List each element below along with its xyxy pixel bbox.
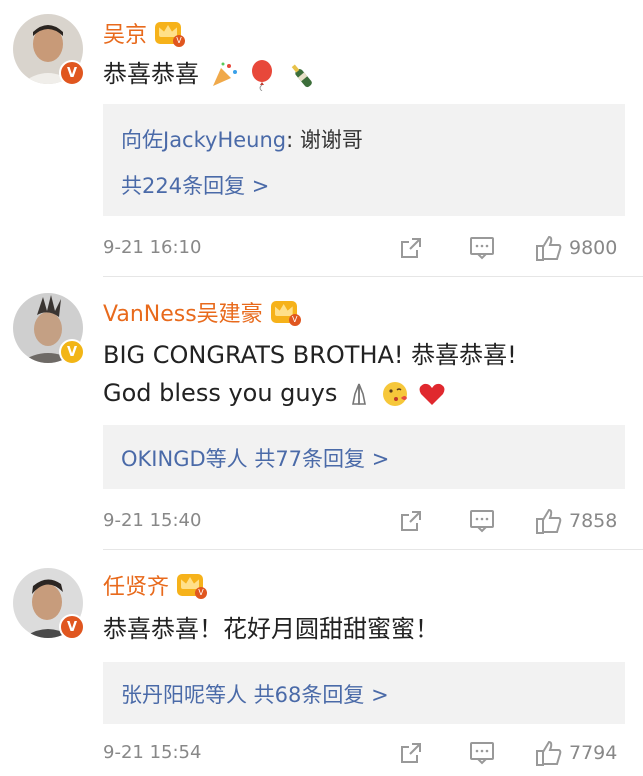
comment-button[interactable] [469,506,495,536]
comment-icon [470,510,494,533]
comment-body-text: God bless you guys [103,379,338,407]
share-button[interactable] [399,506,423,536]
timestamp: 9-21 15:54 [103,742,202,763]
champagne-icon [291,64,312,88]
comment-text: 恭喜恭喜！花好月圆甜甜蜜蜜！ [103,610,623,648]
username[interactable]: VanNess吴建豪 [103,296,263,328]
view-replies-link[interactable]: 共224条回复 > [121,170,269,200]
avatar[interactable]: V [13,14,85,86]
share-button[interactable] [399,738,423,768]
share-icon [401,238,421,258]
thumbs-up-icon [536,508,562,534]
comment-body: BIG CONGRATS BROTHA! 恭喜恭喜! [103,341,517,369]
comment-body-line2: God bless you guys [103,374,623,412]
share-button[interactable] [399,233,423,263]
divider [103,276,643,277]
like-count: 7858 [569,510,618,532]
comment-header: VanNess吴建豪 V [103,296,301,328]
comment-button[interactable] [469,738,495,768]
pray-hands-icon [351,383,366,405]
reply-content: : 谢谢哥 [286,128,363,152]
like-button[interactable]: 9800 [535,233,617,263]
comment-text: BIG CONGRATS BROTHA! 恭喜恭喜! God bless you… [103,336,623,412]
share-icon [401,511,421,531]
comment-button[interactable] [469,233,495,263]
username[interactable]: 任贤齐 [103,569,169,601]
like-count: 7794 [569,742,618,764]
thumbs-up-icon [536,740,562,766]
like-count: 9800 [569,237,618,259]
vip-crown-icon: V [177,574,208,599]
verified-badge-icon: V [59,60,85,86]
party-popper-icon [212,62,237,86]
view-replies-link[interactable]: OKINGD等人 共77条回复 > [121,443,389,473]
comment-header: 吴京 V [103,17,186,49]
comment-body: 恭喜恭喜！花好月圆甜甜蜜蜜！ [103,615,439,643]
divider [103,549,643,550]
verified-badge-icon: V [59,614,85,640]
timestamp: 9-21 16:10 [103,237,202,258]
verified-badge-icon: V [59,339,85,365]
vip-crown-icon: V [270,301,301,326]
reply-preview-box[interactable]: 张丹阳呢等人 共68条回复 > [103,662,625,724]
avatar[interactable]: V [13,568,85,640]
reply-preview: 向佐JackyHeung: 谢谢哥 [121,124,363,154]
comment-meta: 9-21 16:10 9800 [103,233,625,263]
red-heart-icon [419,383,445,405]
reply-author[interactable]: 向佐JackyHeung [121,128,286,152]
comment-text: 恭喜恭喜 [103,55,623,93]
comment-header: 任贤齐 V [103,569,208,601]
reply-preview-box[interactable]: OKINGD等人 共77条回复 > [103,425,625,489]
avatar[interactable]: V [13,293,85,365]
like-button[interactable]: 7794 [535,738,617,768]
view-replies-link[interactable]: 张丹阳呢等人 共68条回复 > [121,679,389,709]
username[interactable]: 吴京 [103,17,147,49]
comment-icon [470,742,494,765]
comment-body: 恭喜恭喜 [103,60,199,88]
reply-preview-box[interactable]: 向佐JackyHeung: 谢谢哥 共224条回复 > [103,104,625,216]
like-button[interactable]: 7858 [535,506,617,536]
kissing-face-icon [382,382,407,406]
timestamp: 9-21 15:40 [103,510,202,531]
thumbs-up-icon [536,235,562,261]
share-icon [401,743,421,763]
comment-meta: 9-21 15:40 7858 [103,506,625,536]
vip-crown-icon: V [155,22,186,47]
balloon-icon [252,60,273,91]
comment-icon [470,237,494,260]
comment-meta: 9-21 15:54 7794 [103,738,625,768]
